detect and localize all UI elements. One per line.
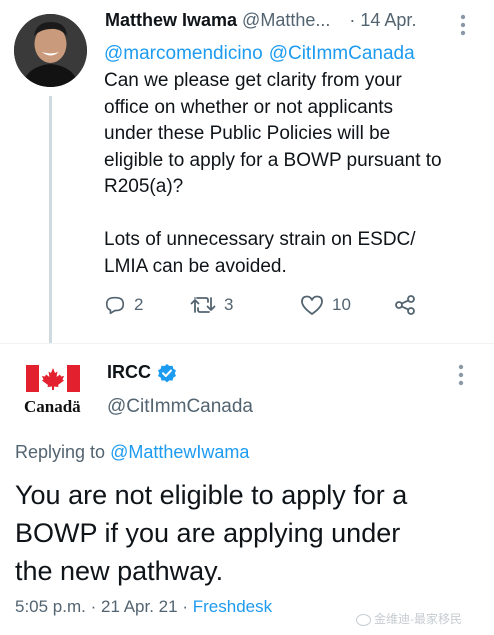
retweet-button[interactable]: 3 [190, 294, 233, 316]
replying-user-link[interactable]: @MatthewIwama [110, 442, 249, 462]
tweet-divider [0, 343, 494, 344]
more-icon[interactable] [460, 14, 466, 41]
separator-dot: · [182, 597, 188, 616]
like-button[interactable]: 10 [300, 294, 351, 316]
watermark-text: 金维迪-最家移民 [374, 612, 462, 626]
tweet1-mentions: @marcomendicino @CitImmCanada [104, 43, 421, 65]
more-icon[interactable] [458, 364, 464, 391]
separator-dot: · [90, 597, 97, 616]
avatar[interactable] [14, 14, 87, 87]
author-name[interactable]: Matthew Iwama [105, 10, 237, 30]
mention-link[interactable]: @marcomendicino [104, 43, 263, 64]
reply-icon [105, 296, 125, 315]
tweet2-author[interactable]: IRCC [107, 362, 177, 383]
retweet-icon [190, 297, 216, 313]
tweet1-text: Can we please get clarity from your offi… [104, 70, 442, 277]
tweet1-actions: 2 3 10 [104, 294, 434, 320]
tweet-source-link[interactable]: Freshdesk [193, 597, 272, 616]
watermark-logo-icon [356, 613, 371, 626]
retweet-count: 3 [224, 295, 234, 314]
tweet2-meta: 5:05 p.m. · 21 Apr. 21 · Freshdesk [15, 597, 272, 617]
reply-count: 2 [134, 295, 144, 314]
share-button[interactable] [394, 294, 424, 316]
thread-connector-line [49, 96, 52, 343]
canada-wordmark-logo: Canadä [24, 397, 81, 416]
tweet-date[interactable]: 14 Apr. [360, 10, 416, 30]
tweet1-header: Matthew Iwama @Matthe... · 14 Apr. [105, 10, 416, 31]
share-icon [395, 295, 415, 315]
like-count: 10 [332, 295, 351, 314]
separator-dot: · [349, 10, 356, 30]
tweet-date[interactable]: 21 Apr. 21 [101, 597, 178, 616]
tweet2-text: You are not eligible to apply for a BOWP… [15, 480, 408, 586]
mention-link[interactable]: @CitImmCanada [269, 43, 415, 64]
author-name[interactable]: IRCC [107, 362, 151, 383]
canada-flag-icon[interactable] [26, 365, 80, 392]
verified-badge-icon [158, 363, 176, 382]
reply-button[interactable]: 2 [104, 294, 143, 316]
tweet-time[interactable]: 5:05 p.m. [15, 597, 86, 616]
author-handle[interactable]: @CitImmCanada [107, 396, 253, 418]
watermark: 金维迪-最家移民 [356, 610, 462, 627]
like-icon [301, 295, 323, 315]
replying-to: Replying to @MatthewIwama [15, 442, 249, 463]
replying-prefix: Replying to [15, 442, 106, 462]
author-handle[interactable]: @Matthe... [242, 10, 330, 30]
